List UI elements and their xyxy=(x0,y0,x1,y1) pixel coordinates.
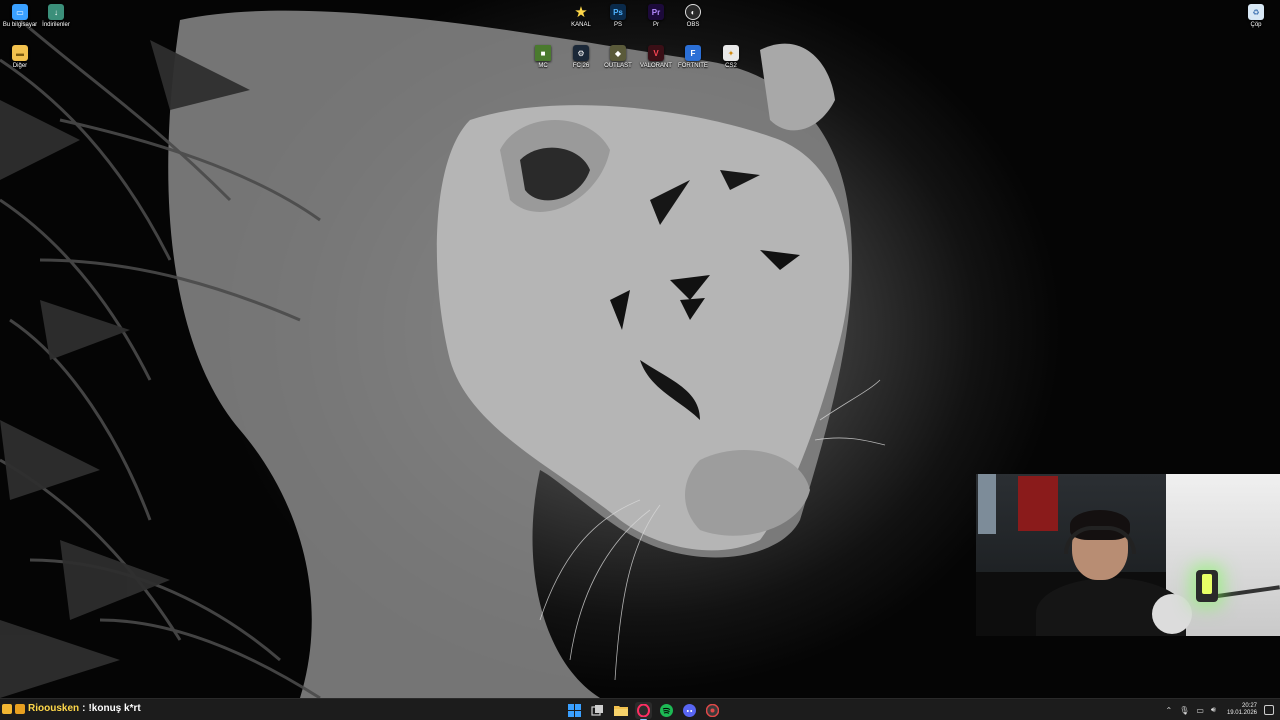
desktop-icon-fc26[interactable]: ⚙ FC 26 xyxy=(561,45,601,70)
network-icon[interactable]: ▭ xyxy=(1196,706,1204,715)
chat-badge-icon xyxy=(15,703,25,714)
desktop-icon-cs2[interactable]: ✦ CS2 xyxy=(711,45,751,70)
spotify-icon[interactable] xyxy=(658,702,675,719)
chat-message: !konuş k*rt xyxy=(88,703,141,714)
chat-badge-icon xyxy=(2,703,12,714)
fortnite-icon: F xyxy=(685,45,701,61)
star-icon: ★ xyxy=(574,4,588,21)
opera-gx-icon[interactable] xyxy=(635,701,652,720)
desktop-icon-this-pc[interactable]: ▭ Bu bilgisayar xyxy=(0,4,40,29)
clock[interactable]: 20:27 19.01.2026 xyxy=(1227,703,1257,717)
outlast-icon: ◆ xyxy=(610,45,626,61)
cs2-icon: ✦ xyxy=(723,45,739,61)
premiere-icon: Pr xyxy=(648,4,664,20)
desktop-icon-outlast[interactable]: ◆ OUTLAST xyxy=(598,45,638,70)
chat-overlay: Rioousken : !konuş k*rt xyxy=(2,703,141,714)
game-launcher-icon[interactable] xyxy=(704,702,721,719)
taskbar-apps xyxy=(566,701,721,720)
desktop-icon-fortnite[interactable]: F FORTNITE xyxy=(673,45,713,70)
steam-icon: ⚙ xyxy=(573,45,589,61)
desktop-icon-minecraft[interactable]: ■ MC xyxy=(523,45,563,70)
desktop-icon-recycle-bin[interactable]: ♻ Çöp xyxy=(1236,4,1276,29)
minecraft-icon: ■ xyxy=(535,45,551,61)
desktop-icon-downloads[interactable]: ↓ İndirilenler xyxy=(36,4,76,29)
chat-username: Rioousken xyxy=(28,703,80,714)
notification-icon[interactable] xyxy=(1264,705,1274,715)
obs-icon: ◐ xyxy=(685,4,701,20)
computer-icon: ▭ xyxy=(12,4,28,20)
recycle-bin-icon: ♻ xyxy=(1248,4,1264,20)
clock-date: 19.01.2026 xyxy=(1226,710,1257,716)
photoshop-icon: Ps xyxy=(610,4,626,20)
discord-icon[interactable] xyxy=(681,702,698,719)
volume-icon[interactable]: 🔊︎ xyxy=(1211,705,1216,715)
folder-icon: ▬ xyxy=(12,45,28,61)
system-tray: ⌃ 🎙︎ ▭ 🔊︎ 20:27 19.01.2026 xyxy=(1166,699,1280,720)
downloads-icon: ↓ xyxy=(48,4,64,20)
desktop-icon-kanal[interactable]: ★ KANAL xyxy=(561,4,601,29)
webcam-overlay xyxy=(976,474,1280,636)
desktop-icon-other-folder[interactable]: ▬ Diğer xyxy=(0,45,40,70)
valorant-icon: V xyxy=(648,45,664,61)
windows-start-icon[interactable] xyxy=(566,702,583,719)
clock-time: 20:27 xyxy=(1241,703,1257,709)
desktop-icon-premiere[interactable]: Pr Pr xyxy=(636,4,676,29)
desktop-icon-valorant[interactable]: V VALORANT xyxy=(636,45,676,70)
microphone-icon[interactable]: 🎙︎ xyxy=(1179,706,1189,715)
desktop-icon-obs[interactable]: ◐ OBS xyxy=(673,4,713,29)
desktop-icon-photoshop[interactable]: Ps PS xyxy=(598,4,638,29)
task-view-icon[interactable] xyxy=(589,702,606,719)
file-explorer-icon[interactable] xyxy=(612,702,629,719)
chat-separator: : xyxy=(82,703,86,714)
chevron-up-icon[interactable]: ⌃ xyxy=(1166,706,1173,715)
taskbar: Rioousken : !konuş k*rt ⌃ 🎙︎ ▭ 🔊︎ 20:27 … xyxy=(0,698,1280,720)
